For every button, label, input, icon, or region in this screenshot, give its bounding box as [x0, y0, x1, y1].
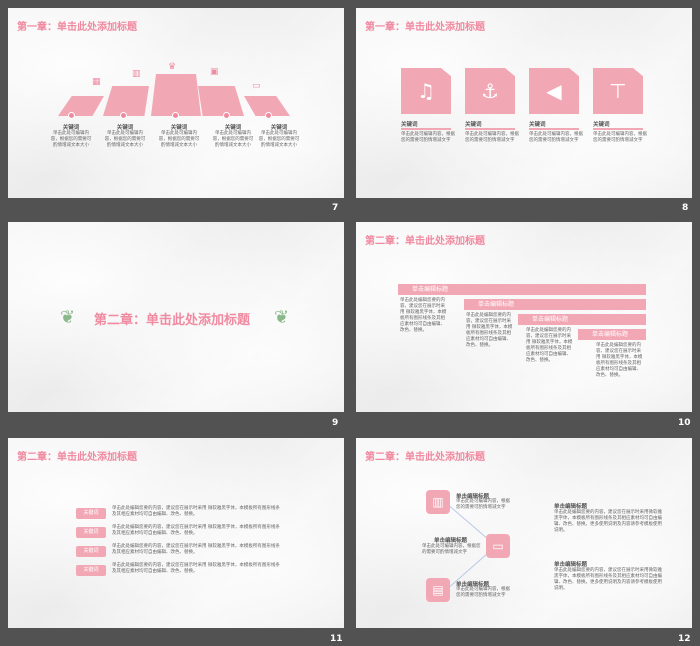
item-text: 单击此处可编辑内容，根据您的需要可酌情增减文字: [465, 132, 519, 143]
slide-number: 7: [332, 203, 339, 213]
slide-number: 8: [682, 203, 689, 213]
slide-title: 第二章：单击此处添加标题: [365, 236, 485, 247]
band-label: 单击编辑标题: [478, 301, 515, 308]
slide-thumbnail-10[interactable]: 第二章：单击此处添加标题 单击编辑标题 单击此处编辑您要的内容，建议您在展示时采…: [356, 222, 692, 412]
item-text: 单击此处可编辑内容，根据您的需要可酌情增减文本大小: [104, 131, 146, 148]
band-text: 单击此处编辑您要的内容，建议您在展示时采用 微软雅黑字体，本模板所有图形线条及其…: [526, 328, 573, 363]
item-keyword: 关键词: [270, 125, 288, 131]
item-keyword: 关键词: [465, 122, 482, 128]
step-bar-2: [103, 86, 149, 116]
item-text: 单击此处可编辑内容，根据您的需要可酌情增减文本大小: [50, 131, 92, 148]
leaf-right-icon: ❦: [274, 307, 290, 328]
right-label: 单击编辑标题: [554, 562, 588, 568]
band-text: 单击此处编辑您要的内容，建议您在展示时采用 微软雅黑字体，本模板所有图形线条及其…: [466, 313, 513, 348]
item-text: 单击此处可编辑内容，根据您的需要可酌情增减文字: [593, 132, 647, 143]
item-keyword: 关键词: [62, 125, 80, 131]
keyword-tag: 关键词: [76, 508, 106, 519]
slide-title: 第一章：单击此处添加标题: [365, 22, 485, 33]
item-keyword: 关键词: [401, 122, 418, 128]
item-text: 单击此处可编辑内容，根据您的需要可酌情增减文字: [529, 132, 583, 143]
step-dot-3: [172, 112, 179, 119]
keyword-tag: 关键词: [76, 527, 106, 538]
divider: [465, 128, 515, 130]
slide-title: 第二章：单击此处添加标题: [17, 452, 137, 463]
item-block: 关键词 单击此处可编辑内容，根据您的需要可酌情增减文本大小: [158, 123, 200, 149]
item-keyword: 关键词: [593, 122, 610, 128]
jar-icon: ▦: [92, 77, 101, 87]
chat-icon: ▭: [252, 81, 261, 91]
slide-title: 第一章：单击此处添加标题: [17, 22, 137, 33]
band-label: 单击编辑标题: [532, 316, 569, 323]
step-dot-4: [223, 112, 230, 119]
chat-icon: ▭: [486, 534, 510, 558]
row-text: 单击此处编辑您要的内容，建议您在展示时采用 微软雅黑字体，本模板所有图形线条及其…: [112, 525, 280, 536]
leaf-left-icon: ❦: [60, 307, 76, 328]
step-dot-1: [68, 112, 75, 119]
keyword-tag: 关键词: [76, 546, 106, 557]
item-text: 单击此处可编辑内容，根据您的需要可酌情增减文本大小: [212, 131, 254, 148]
node-text: 单击此处可编辑内容，根据您的需要可酌情增减文字: [456, 587, 510, 598]
step-dot-2: [120, 112, 127, 119]
node-text: 单击此处可编辑内容，根据您的需要可酌情增减文字: [422, 544, 481, 555]
bag-icon: ▤: [426, 578, 450, 602]
step-bar-3: [151, 74, 201, 116]
band-text: 单击此处编辑您要的内容，建议您在展示时采用 微软雅黑字体，本模板所有图形线条及其…: [596, 343, 643, 378]
divider: [401, 128, 451, 130]
slide-thumbnail-11[interactable]: 第二章：单击此处添加标题 关键词 单击此处编辑您要的内容，建议您在展示时采用 微…: [8, 438, 344, 628]
item-keyword: 关键词: [170, 125, 188, 131]
item-block: 关键词 单击此处可编辑内容，根据您的需要可酌情增减文本大小: [258, 123, 300, 149]
item-keyword: 关键词: [224, 125, 242, 131]
item-text: 单击此处可编辑内容，根据您的需要可酌情增减文本大小: [158, 131, 200, 148]
bar-chart-icon: ▥: [426, 490, 450, 514]
item-text: 单击此处可编辑内容，根据您的需要可酌情增减文本大小: [258, 131, 300, 148]
slide-number: 10: [678, 418, 691, 428]
megaphone-icon: ◀: [529, 68, 579, 114]
band-1: 单击编辑标题: [398, 284, 646, 295]
gift-icon: ▣: [210, 67, 219, 77]
slide-thumbnail-12[interactable]: 第二章：单击此处添加标题 ▥ ▭ ▤ 单击编辑标题 单击此处可编辑内容，根据您的…: [356, 438, 692, 628]
divider: [593, 128, 643, 130]
item-keyword: 关键词: [116, 125, 134, 131]
trophy-icon: ♛: [168, 62, 177, 72]
slide-number: 12: [678, 634, 691, 644]
item-block: 关键词 单击此处可编辑内容，根据您的需要可酌情增减文本大小: [104, 123, 146, 149]
keyword-tag: 关键词: [76, 565, 106, 576]
row-text: 单击此处编辑您要的内容，建议您在展示时采用 微软雅黑字体，本模板所有图形线条及其…: [112, 506, 280, 517]
item-keyword: 关键词: [529, 122, 546, 128]
signpost-icon: ⊤: [593, 68, 643, 114]
band-text: 单击此处编辑您要的内容，建议您在展示时采用 微软雅黑字体，本模板所有图形线条及其…: [400, 298, 447, 333]
band-label: 单击编辑标题: [592, 331, 629, 338]
anchor-icon: ⚓: [465, 68, 515, 114]
slide-number: 9: [332, 418, 339, 428]
divider: [529, 128, 579, 130]
right-text: 单击此处编辑您要的内容，建议您在展示时采用微软雅黑字体，本模板所有图形线条及其相…: [554, 568, 662, 591]
band-label: 单击编辑标题: [412, 286, 449, 293]
band-3: 单击编辑标题: [518, 314, 646, 325]
item-text: 单击此处可编辑内容，根据您的需要可酌情增减文字: [401, 132, 455, 143]
row-text: 单击此处编辑您要的内容，建议您在展示时采用 微软雅黑字体，本模板所有图形线条及其…: [112, 544, 280, 555]
step-bar-4: [198, 86, 244, 116]
slide-thumbnail-9[interactable]: ❦ 第二章：单击此处添加标题 ❦: [8, 222, 344, 412]
band-2: 单击编辑标题: [464, 299, 646, 310]
row-text: 单击此处编辑您要的内容，建议您在展示时采用 微软雅黑字体，本模板所有图形线条及其…: [112, 563, 280, 574]
right-label: 单击编辑标题: [554, 504, 588, 510]
right-text: 单击此处编辑您要的内容，建议您在展示时采用微软雅黑字体，本模板所有图形线条及其相…: [554, 510, 662, 533]
step-bar-1: [58, 96, 104, 116]
node-label: 单击编辑标题: [434, 538, 468, 544]
band-4: 单击编辑标题: [578, 329, 646, 340]
section-title: 第二章：单击此处添加标题: [94, 313, 251, 328]
node-text: 单击此处可编辑内容，根据您的需要可酌情增减文字: [456, 499, 510, 510]
bell-icon: ♫: [401, 68, 451, 114]
item-block: 关键词 单击此处可编辑内容，根据您的需要可酌情增减文本大小: [50, 123, 92, 149]
step-dot-5: [265, 112, 272, 119]
slide-thumbnail-8[interactable]: 第一章：单击此处添加标题 ♫ ⚓ ◀ ⊤ 关键词 关键词 关键词 关键词 单击此…: [356, 8, 692, 198]
item-block: 关键词 单击此处可编辑内容，根据您的需要可酌情增减文本大小: [212, 123, 254, 149]
chart-icon: ▥: [132, 69, 141, 79]
slide-number: 11: [330, 634, 343, 644]
slide-thumbnail-7[interactable]: 第一章：单击此处添加标题 ▦ ▥ ♛ ▣ ▭ 关键词 单击此处可编辑内容，根据您…: [8, 8, 344, 198]
